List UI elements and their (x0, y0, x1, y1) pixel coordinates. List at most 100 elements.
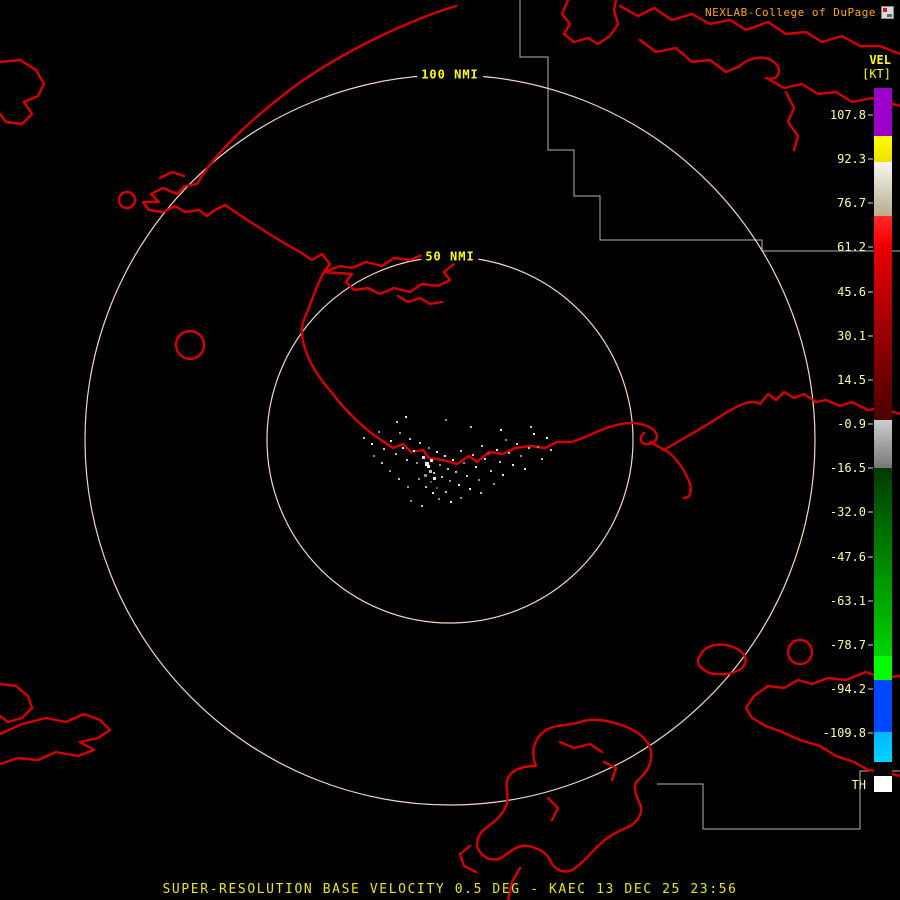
radar-echo (418, 478, 420, 480)
radar-echo (441, 476, 443, 478)
colorbar-tickmark (868, 732, 873, 734)
product-caption: SUPER-RESOLUTION BASE VELOCITY 0.5 DEG -… (162, 882, 738, 897)
radar-echo (373, 455, 375, 457)
colorbar-tick-label: -94.2 (829, 681, 866, 696)
coastline-islet (786, 638, 814, 666)
colorbar-threshold-label: TH (851, 778, 866, 792)
radar-echo (381, 462, 383, 464)
radar-echo (424, 474, 427, 477)
radar-map-canvas (0, 0, 900, 900)
colorbar-segment (874, 420, 892, 468)
colorbar-tickmark (868, 423, 873, 425)
radar-echo (512, 464, 514, 466)
colorbar-tick-label: 30.1 (837, 328, 866, 343)
coastline-path (158, 170, 186, 180)
radar-echo (484, 458, 486, 460)
radar-echo (436, 487, 438, 489)
colorbar-tickmark (868, 511, 873, 513)
nexlab-logo-icon (881, 6, 894, 19)
colorbar-segment (874, 680, 892, 732)
radar-echo (390, 440, 392, 442)
radar-echo (402, 447, 404, 449)
radar-echo (416, 462, 418, 464)
radar-echo (445, 491, 447, 493)
radar-echo (524, 468, 526, 470)
colorbar-segment (874, 762, 892, 776)
radar-echo (475, 466, 477, 468)
radar-echo (520, 455, 522, 457)
coastline-path (0, 58, 46, 126)
radar-echo (541, 458, 543, 460)
county-boundaries (519, 0, 900, 830)
radar-echo (396, 421, 398, 423)
radar-echo (502, 474, 504, 476)
coastline-path (0, 682, 34, 724)
radar-echo (405, 416, 407, 418)
colorbar-tick-label: 107.8 (829, 108, 866, 122)
colorbar-tick-label: 45.6 (837, 284, 866, 299)
colorbar-tickmark (868, 158, 873, 160)
colorbar-tick-label: -63.1 (829, 593, 866, 608)
colorbar-segment (874, 162, 892, 216)
range-ring-label: 100 NMI (417, 67, 483, 82)
colorbar-tickmark (868, 467, 873, 469)
radar-echo (546, 437, 548, 439)
colorbar-tickmark (868, 291, 873, 293)
colorbar-tick-label: -32.0 (829, 505, 866, 520)
radar-echo (490, 470, 492, 472)
radar-echo (449, 480, 451, 482)
radar-echo (463, 462, 465, 464)
radar-echo (409, 438, 411, 440)
radar-echo (444, 455, 446, 457)
colorbar-segment (874, 776, 892, 792)
radar-echo (371, 443, 373, 445)
radar-echo (452, 459, 454, 461)
radar-echo (493, 483, 495, 485)
coastline-path (558, 740, 604, 754)
coastline-path (223, 203, 585, 466)
radar-echo (528, 447, 530, 449)
colorbar (874, 88, 892, 792)
radar-echo (470, 426, 472, 428)
colorbar-tick-label: -0.9 (837, 417, 866, 432)
radar-echo (430, 481, 432, 483)
colorbar-segment (874, 656, 892, 680)
radar-echo (508, 452, 510, 454)
radar-echo (478, 479, 480, 481)
radar-echo (439, 464, 441, 466)
coastline-path (195, 4, 458, 186)
radar-echo (429, 470, 432, 473)
colorbar-segment (874, 136, 892, 162)
coastline-path (141, 182, 227, 218)
coastline-path (602, 760, 618, 782)
coastline-path (784, 90, 800, 152)
radar-echo (460, 497, 462, 499)
colorbar-tickmark (868, 379, 873, 381)
coastline-path (560, 0, 620, 46)
colorbar-tickmark (868, 202, 873, 204)
radar-echo (447, 468, 449, 470)
colorbar-segment (874, 88, 892, 136)
radar-echo (383, 448, 385, 450)
colorbar-title: VEL (869, 53, 891, 67)
radar-echoes (363, 416, 552, 507)
colorbar-tickmark (868, 600, 873, 602)
radar-echo (481, 445, 483, 447)
radar-echo (395, 453, 397, 455)
colorbar-tick-label: 76.7 (837, 196, 866, 211)
radar-echo (419, 442, 421, 444)
range-ring-label: 50 NMI (421, 249, 479, 264)
colorbar-segment (874, 242, 892, 420)
radar-echo (472, 454, 474, 456)
colorbar-tick-label: 61.2 (837, 240, 866, 255)
radar-echo (363, 437, 365, 439)
radar-echo (460, 450, 462, 452)
radar-echo (458, 484, 460, 486)
brand-text: NEXLAB-College of DuPage (705, 6, 876, 19)
radar-echo (378, 431, 380, 433)
radar-echo (425, 486, 427, 488)
coastline-path (0, 712, 112, 766)
radar-echo (505, 439, 507, 441)
radar-echo (389, 470, 391, 472)
colorbar-tickmark (868, 644, 873, 646)
